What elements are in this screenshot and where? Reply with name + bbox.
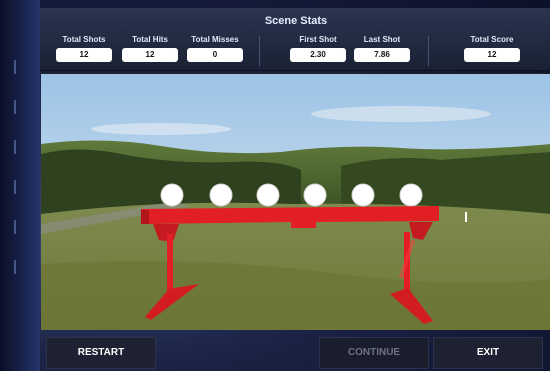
edge-tick: [14, 180, 16, 194]
rack-beam-end: [141, 210, 149, 224]
edge-tick: [14, 60, 16, 74]
marker-post: [465, 212, 467, 222]
stat-label: Total Hits: [132, 35, 168, 44]
stat-value: 12: [464, 48, 520, 62]
plate-target: [351, 183, 375, 207]
stat-value: 12: [122, 48, 178, 62]
stat-label: Last Shot: [363, 35, 401, 44]
restart-button[interactable]: RESTART: [46, 337, 156, 369]
action-bar: RESTART CONTINUE EXIT: [40, 333, 550, 371]
stats-divider: [259, 36, 260, 66]
plate-target: [303, 183, 327, 207]
stat-value: 7.86: [354, 48, 410, 62]
stat-value: 0: [187, 48, 243, 62]
stat-label: First Shot: [299, 35, 337, 44]
stat-first-shot: First Shot 2.30: [290, 34, 346, 62]
exit-button[interactable]: EXIT: [433, 337, 543, 369]
stat-total-misses: Total Misses 0: [187, 34, 243, 62]
stat-label: Total Misses: [191, 35, 239, 44]
stat-last-shot: Last Shot 7.86: [354, 34, 410, 62]
plate-target: [256, 183, 280, 207]
panel-title: Scene Stats: [264, 15, 328, 27]
edge-tick: [14, 220, 16, 234]
cloud: [91, 123, 231, 135]
plate-target: [160, 183, 184, 207]
continue-button[interactable]: CONTINUE: [319, 337, 429, 369]
plate-target: [209, 183, 233, 207]
stat-total-score: Total Score 12: [464, 34, 520, 62]
left-edge-decoration: [0, 0, 40, 371]
stat-value: 12: [56, 48, 112, 62]
stat-label: Total Score: [470, 35, 514, 44]
stat-total-hits: Total Hits 12: [122, 34, 178, 62]
stats-divider: [428, 36, 429, 66]
plate-target: [399, 183, 423, 207]
shooting-range-scene: [41, 73, 550, 330]
stat-value: 2.30: [290, 48, 346, 62]
stat-label: Total Shots: [62, 35, 106, 44]
edge-tick: [14, 140, 16, 154]
edge-tick: [14, 260, 16, 274]
edge-tick: [14, 100, 16, 114]
range-scene-image: [41, 74, 550, 330]
stat-total-shots: Total Shots 12: [56, 34, 112, 62]
scene-stats-panel: Scene Stats Total Shots 12 Total Hits 12…: [40, 8, 550, 71]
cloud: [311, 106, 491, 122]
